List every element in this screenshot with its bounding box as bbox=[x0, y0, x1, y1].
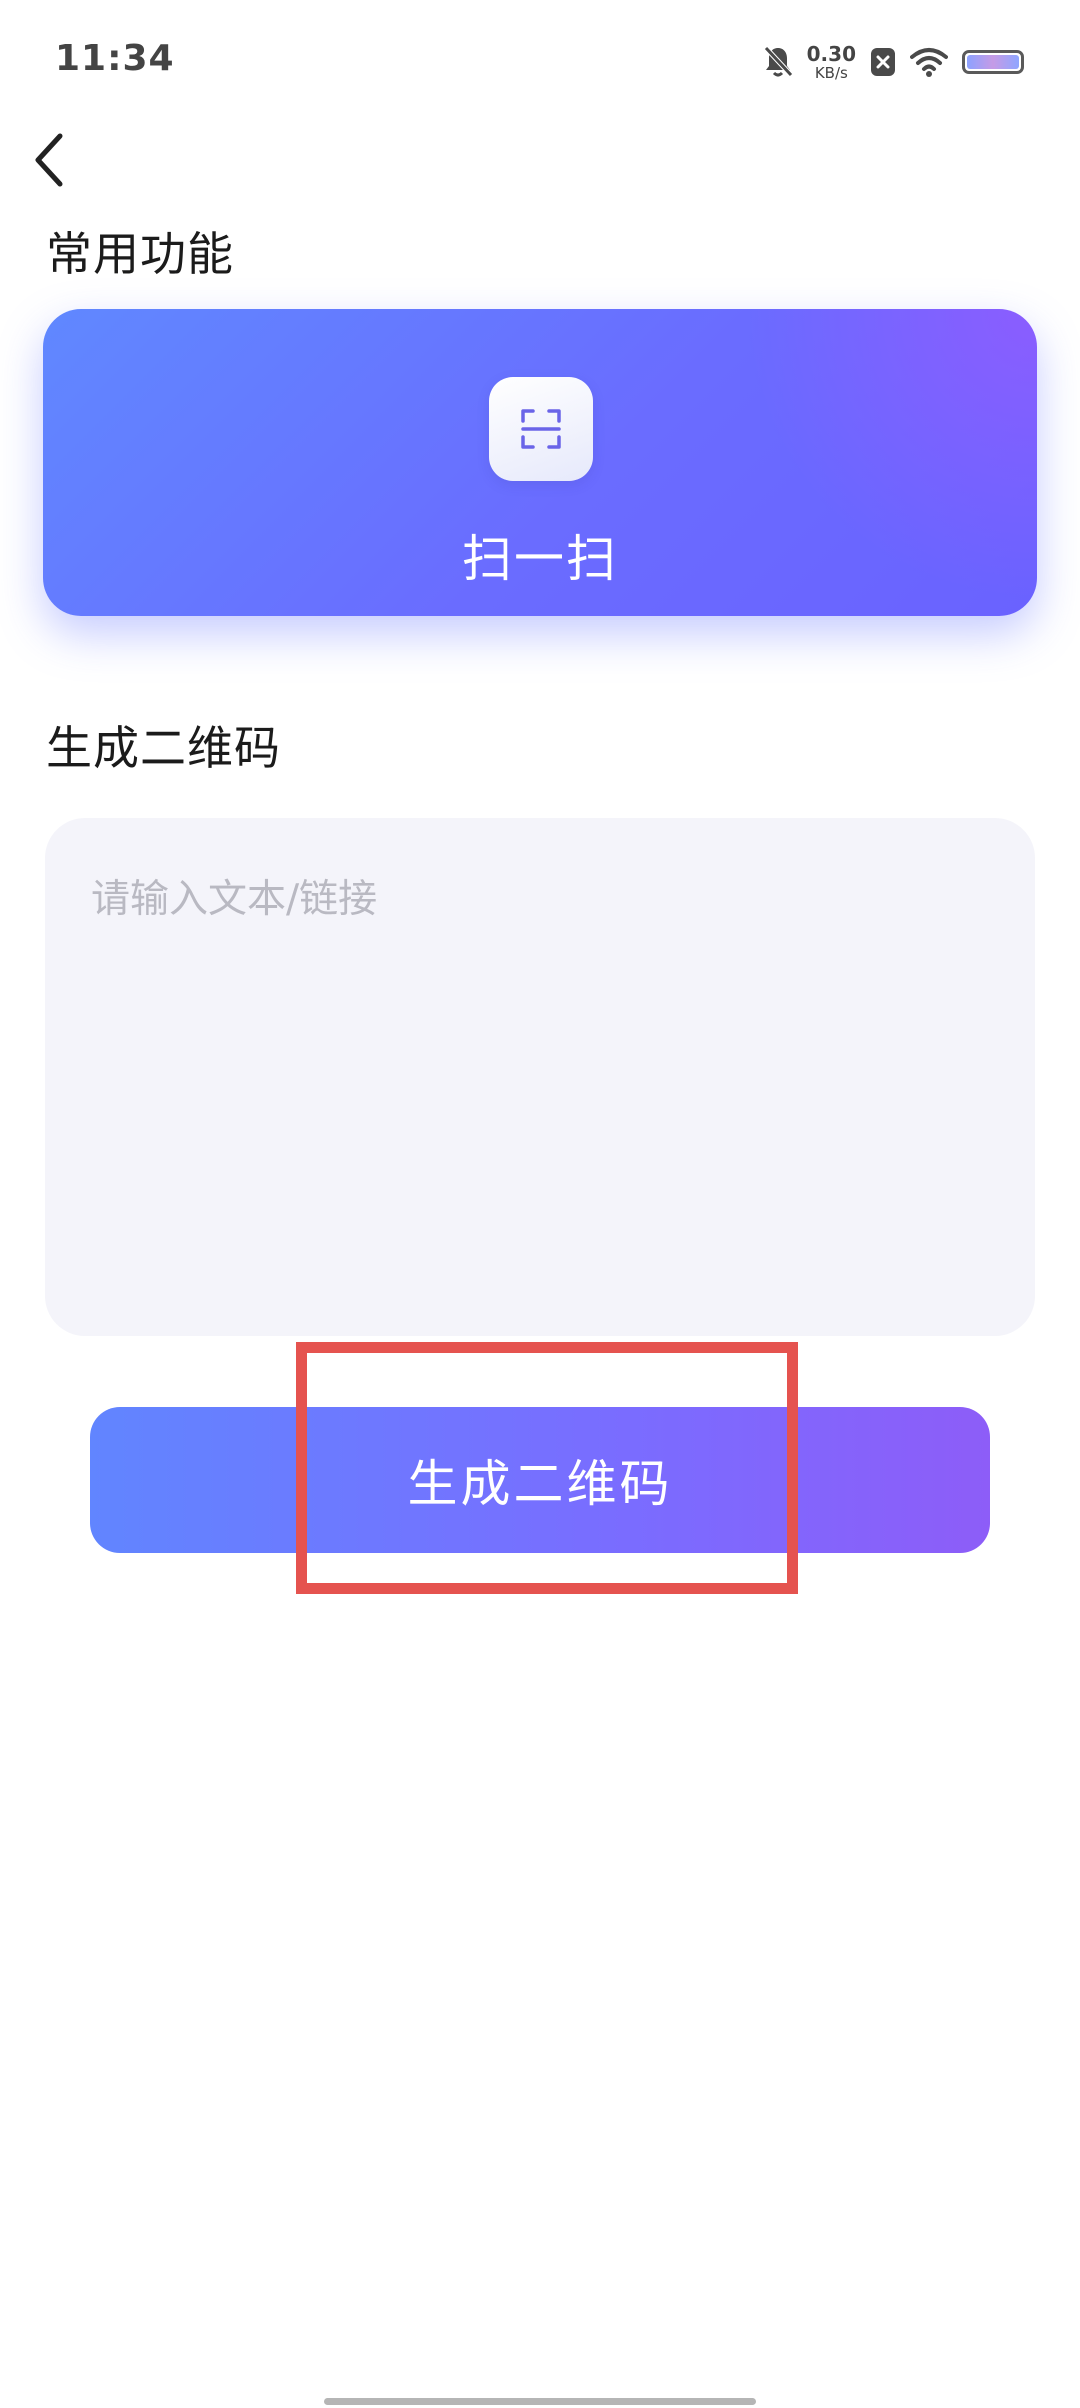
battery-level bbox=[967, 55, 1019, 69]
wifi-icon bbox=[910, 47, 948, 77]
back-button[interactable] bbox=[18, 124, 78, 196]
network-speed-value: 0.30 bbox=[806, 41, 856, 66]
network-speed-unit: KB/s bbox=[814, 63, 848, 82]
generate-qr-title: 生成二维码 bbox=[46, 721, 281, 775]
bell-off-icon bbox=[763, 45, 793, 79]
scan-label: 扫一扫 bbox=[462, 530, 618, 588]
status-bar: 11:34 0.30 KB/s bbox=[0, 0, 1080, 120]
home-indicator[interactable] bbox=[324, 2398, 756, 2405]
close-box-icon bbox=[870, 47, 896, 77]
battery-icon bbox=[962, 50, 1024, 74]
network-speed: 0.30 KB/s bbox=[807, 44, 856, 81]
scan-button[interactable]: 扫一扫 bbox=[43, 309, 1037, 616]
common-functions-title: 常用功能 bbox=[46, 227, 234, 281]
generate-qr-button[interactable]: 生成二维码 bbox=[90, 1407, 990, 1553]
scan-icon-container bbox=[489, 377, 593, 481]
scan-frame-icon bbox=[521, 409, 561, 449]
status-icons: 0.30 KB/s bbox=[763, 40, 1024, 84]
text-link-input[interactable] bbox=[45, 818, 1035, 1336]
chevron-left-icon bbox=[35, 133, 63, 187]
status-time: 11:34 bbox=[55, 38, 175, 79]
